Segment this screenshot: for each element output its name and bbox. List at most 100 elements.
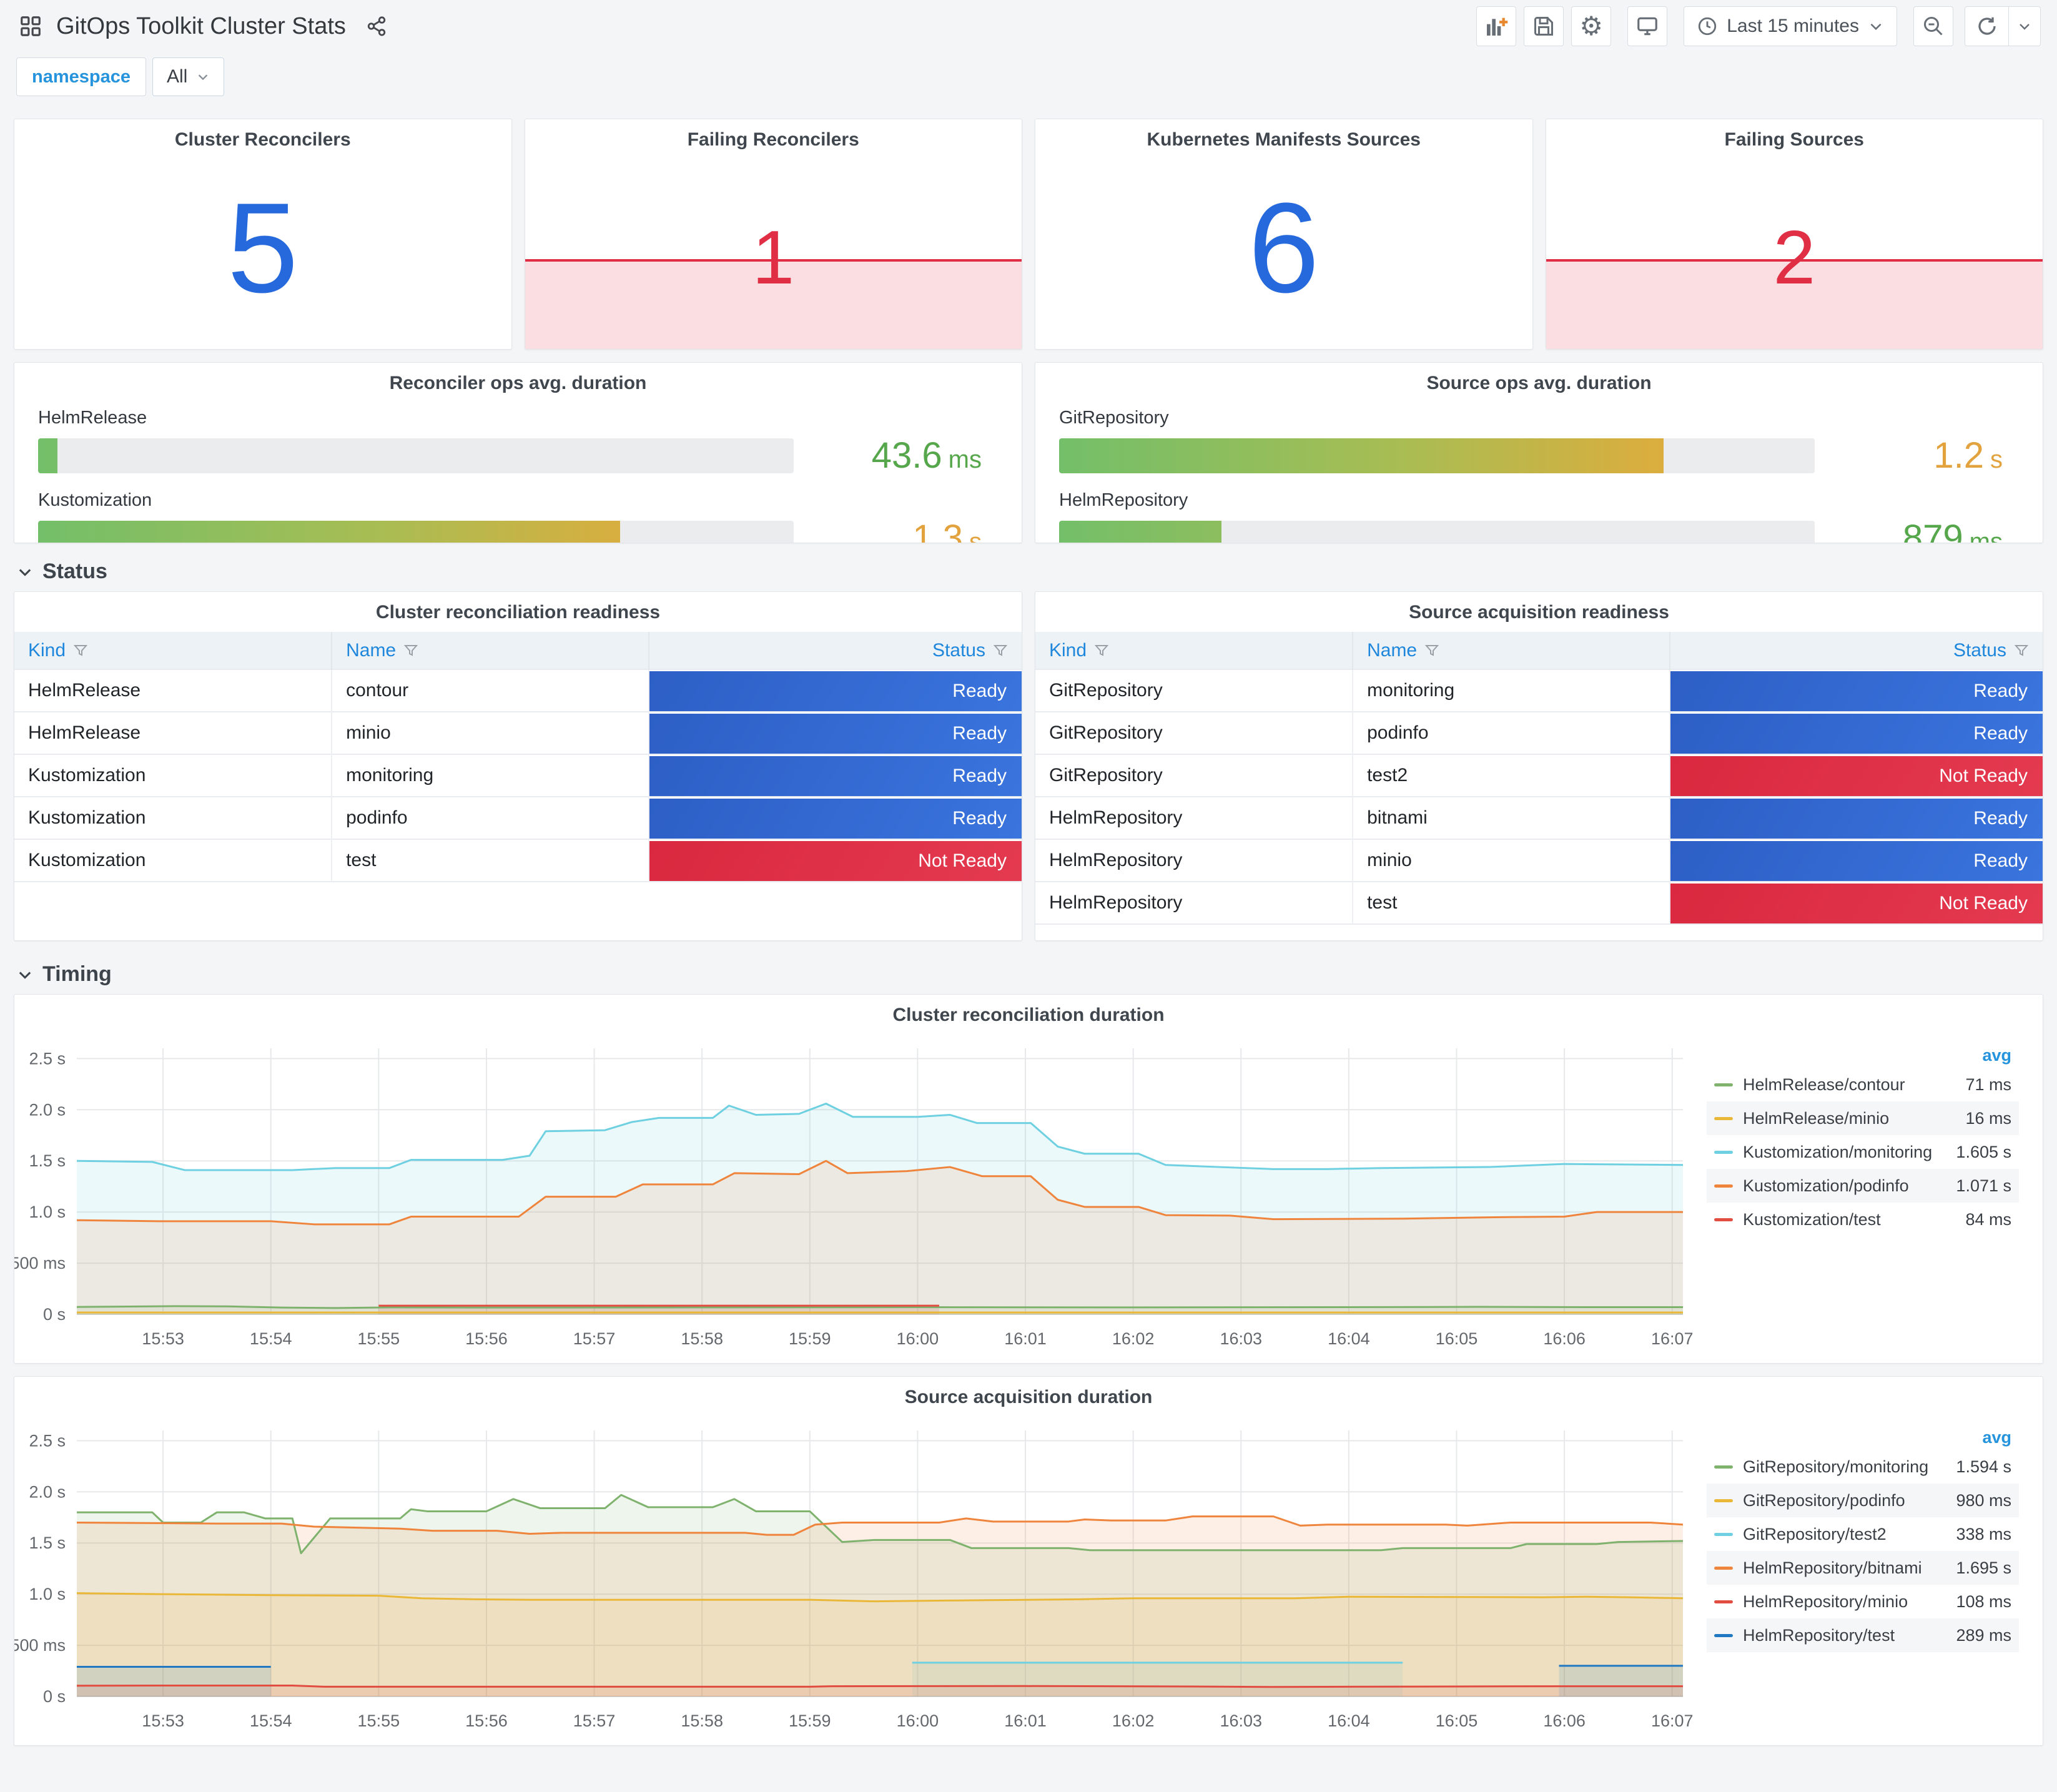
series-avg-value: 1.695 s: [1956, 1558, 2011, 1577]
panel-cluster-reconcilers: Cluster Reconcilers 5: [14, 119, 512, 350]
series-color-swatch: [1714, 1465, 1733, 1469]
chevron-down-icon: [2017, 19, 2032, 34]
section-status-toggle[interactable]: Status: [16, 559, 2043, 584]
panel-title[interactable]: Source acquisition duration: [14, 1377, 2043, 1408]
cycle-view-button[interactable]: [1627, 6, 1668, 46]
section-timing-toggle[interactable]: Timing: [16, 962, 2043, 987]
status-badge: Not Ready: [1670, 884, 2043, 923]
table-row: HelmRepository test Not Ready: [1035, 881, 2043, 924]
panel-cluster-reconciliation-readiness: Cluster reconciliation readiness Kind Na…: [14, 591, 1022, 941]
cell-status: Ready: [1670, 669, 2043, 712]
series-name[interactable]: HelmRelease/contour: [1743, 1075, 1965, 1095]
section-label: Status: [42, 559, 107, 583]
save-dashboard-button[interactable]: [1524, 6, 1564, 46]
legend-item[interactable]: HelmRelease/minio 16 ms: [1707, 1101, 2019, 1135]
series-color-swatch: [1714, 1116, 1733, 1120]
panel-title[interactable]: Cluster reconciliation duration: [14, 995, 2043, 1026]
series-name[interactable]: HelmRelease/minio: [1743, 1109, 1965, 1128]
variable-value: All: [167, 66, 188, 87]
table-row: GitRepository podinfo Ready: [1035, 711, 2043, 754]
y-axis-tick-label: 2.5 s: [29, 1049, 66, 1068]
legend-item[interactable]: HelmRepository/test 289 ms: [1707, 1618, 2019, 1652]
cell-kind: GitRepository: [1035, 754, 1354, 797]
legend-avg-header[interactable]: avg: [1707, 1043, 2019, 1068]
column-header-kind[interactable]: Kind: [1035, 632, 1354, 669]
series-name[interactable]: Kustomization/test: [1743, 1210, 1965, 1229]
series-name[interactable]: GitRepository/podinfo: [1743, 1491, 1956, 1510]
cell-status: Ready: [649, 711, 1022, 754]
chevron-down-icon: [1868, 18, 1884, 34]
series-name[interactable]: GitRepository/monitoring: [1743, 1457, 1956, 1477]
series-name[interactable]: HelmRepository/test: [1743, 1626, 1956, 1645]
table-row: HelmRepository bitnami Ready: [1035, 796, 2043, 839]
series-name[interactable]: Kustomization/podinfo: [1743, 1176, 1956, 1196]
series-name[interactable]: Kustomization/monitoring: [1743, 1143, 1956, 1162]
status-badge: Ready: [649, 756, 1022, 796]
time-range-picker[interactable]: Last 15 minutes: [1684, 6, 1897, 46]
column-header-name[interactable]: Name: [1353, 632, 1671, 669]
panel-title[interactable]: Failing Sources: [1546, 119, 2043, 150]
legend-item[interactable]: Kustomization/monitoring 1.605 s: [1707, 1135, 2019, 1169]
legend-item[interactable]: Kustomization/test 84 ms: [1707, 1203, 2019, 1236]
series-name[interactable]: HelmRepository/bitnami: [1743, 1558, 1956, 1578]
panel-title[interactable]: Source ops avg. duration: [1059, 363, 2019, 394]
gauge-value: 1.3 s: [912, 518, 982, 543]
add-panel-button[interactable]: [1476, 6, 1517, 46]
legend-item[interactable]: HelmRelease/contour 71 ms: [1707, 1068, 2019, 1101]
legend-item[interactable]: GitRepository/monitoring 1.594 s: [1707, 1450, 2019, 1484]
column-header-status[interactable]: Status: [649, 632, 1022, 669]
panel-title[interactable]: Kubernetes Manifests Sources: [1035, 119, 1532, 150]
panel-kubernetes-manifests-sources: Kubernetes Manifests Sources 6: [1035, 119, 1533, 350]
panel-title[interactable]: Reconciler ops avg. duration: [38, 363, 998, 394]
stat-value: 1: [752, 214, 795, 300]
x-axis-tick-label: 15:57: [573, 1329, 616, 1348]
refresh-interval-button[interactable]: [2008, 6, 2041, 46]
chevron-down-icon: [16, 966, 34, 983]
refresh-button-group: [1965, 6, 2041, 46]
share-icon[interactable]: [366, 16, 387, 37]
gauge-track: [38, 438, 794, 473]
x-axis-tick-label: 16:04: [1328, 1711, 1370, 1730]
series-name[interactable]: HelmRepository/minio: [1743, 1592, 1956, 1612]
legend-item[interactable]: HelmRepository/bitnami 1.695 s: [1707, 1551, 2019, 1585]
refresh-button[interactable]: [1965, 6, 2008, 46]
panel-title[interactable]: Source acquisition readiness: [1035, 592, 2043, 623]
legend-avg-header[interactable]: avg: [1707, 1425, 2019, 1450]
gauge-track: [38, 520, 794, 543]
zoom-out-time-button[interactable]: [1913, 6, 1953, 46]
status-badge: Ready: [1670, 841, 2043, 881]
panel-source-acquisition-readiness: Source acquisition readiness Kind Name S…: [1035, 591, 2043, 941]
gauge-label: GitRepository: [1059, 408, 1169, 428]
add-panel-icon: [1484, 14, 1509, 39]
refresh-icon: [1976, 15, 1998, 37]
column-header-status[interactable]: Status: [1670, 632, 2043, 669]
series-name[interactable]: GitRepository/test2: [1743, 1525, 1956, 1544]
legend-item[interactable]: Kustomization/podinfo 1.071 s: [1707, 1169, 2019, 1203]
stat-value: 6: [1248, 176, 1320, 320]
panel-title[interactable]: Failing Reconcilers: [525, 119, 1022, 150]
panel-title[interactable]: Cluster Reconcilers: [14, 119, 511, 150]
time-series-plot[interactable]: 0 s 500 ms 1.0 s 1.5 s 2.0 s 2.5 s 15:53 15:54 1…: [14, 1026, 1707, 1363]
column-header-kind[interactable]: Kind: [14, 632, 333, 669]
column-header-name[interactable]: Name: [332, 632, 650, 669]
filter-icon: [993, 644, 1008, 656]
legend-item[interactable]: HelmRepository/minio 108 ms: [1707, 1585, 2019, 1618]
status-badge: Not Ready: [649, 841, 1022, 881]
filter-icon: [73, 644, 88, 656]
table-row: GitRepository test2 Not Ready: [1035, 754, 2043, 797]
panel-title[interactable]: Cluster reconciliation readiness: [14, 592, 1022, 623]
cell-status: Not Ready: [649, 839, 1022, 882]
time-series-plot[interactable]: 0 s 500 ms 1.0 s 1.5 s 2.0 s 2.5 s 15:53 15:54 1…: [14, 1408, 1707, 1745]
legend-item[interactable]: GitRepository/podinfo 980 ms: [1707, 1484, 2019, 1517]
filter-icon: [1094, 644, 1109, 656]
x-axis-tick-label: 15:55: [358, 1329, 400, 1348]
x-axis-tick-label: 15:53: [142, 1711, 184, 1730]
cell-name: minio: [332, 711, 650, 754]
cell-name: contour: [332, 669, 650, 712]
table-row: HelmRelease contour Ready: [14, 669, 1022, 712]
namespace-variable-select[interactable]: All: [152, 57, 225, 96]
panel-source-acquisition-duration: Source acquisition duration 0 s 500 ms 1.0…: [14, 1376, 2043, 1746]
x-axis-tick-label: 16:05: [1436, 1711, 1478, 1730]
dashboard-settings-button[interactable]: ⚙: [1571, 6, 1612, 46]
legend-item[interactable]: GitRepository/test2 338 ms: [1707, 1517, 2019, 1551]
